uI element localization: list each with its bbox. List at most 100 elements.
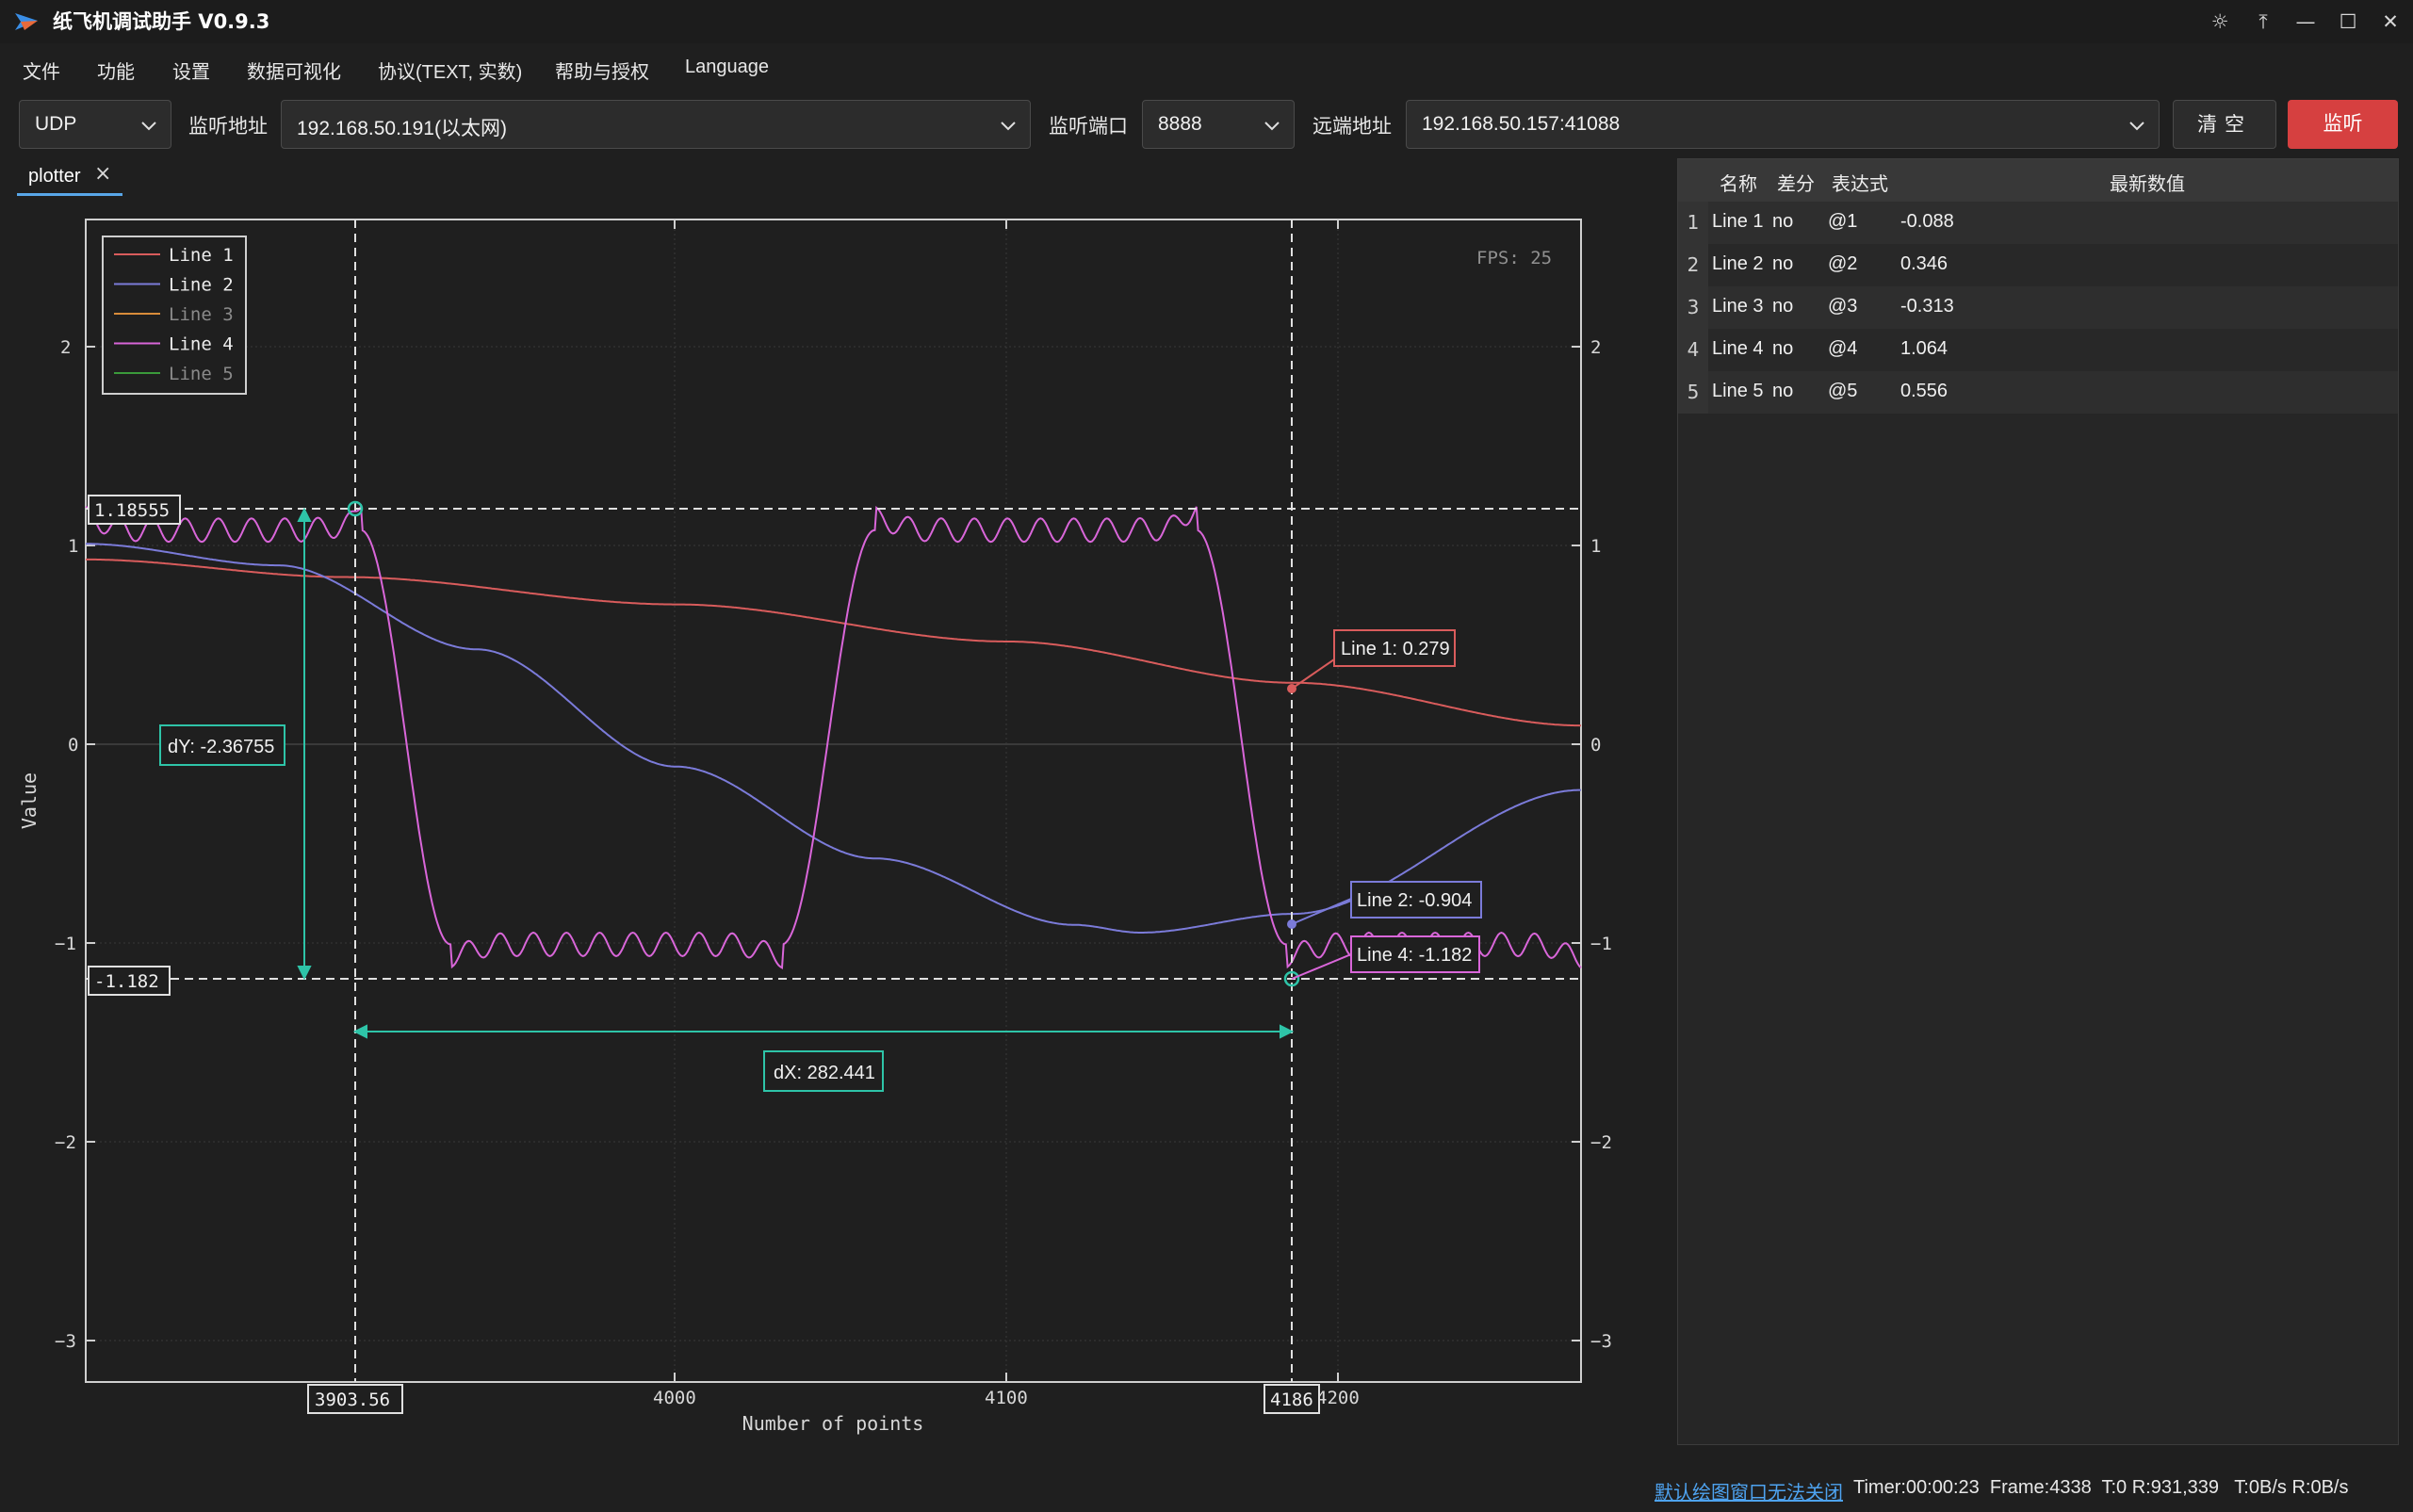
row-number: 5 bbox=[1678, 371, 1708, 414]
theme-icon[interactable]: ☼ bbox=[2199, 4, 2241, 40]
protocol-select[interactable]: UDP bbox=[19, 100, 171, 149]
table-row[interactable]: 3 Line 3 no @3 -0.313 bbox=[1678, 286, 2398, 329]
tab-plotter[interactable]: plotter × bbox=[17, 158, 122, 196]
menu-settings[interactable]: 设置 bbox=[172, 57, 210, 84]
row-number: 2 bbox=[1678, 244, 1708, 286]
menu-language[interactable]: Language bbox=[685, 57, 769, 78]
y-tick-label-right: 2 bbox=[1590, 337, 1601, 358]
row-number: 4 bbox=[1678, 329, 1708, 371]
cell-expression: @4 bbox=[1828, 338, 1858, 359]
table-row[interactable]: 4 Line 4 no @4 1.064 bbox=[1678, 329, 2398, 371]
listen-addr-value: 192.168.50.191(以太网) bbox=[297, 118, 507, 139]
close-icon[interactable]: × bbox=[94, 162, 111, 186]
col-value-header[interactable]: 最新数值 bbox=[2110, 169, 2185, 196]
cell-name: Line 4 bbox=[1712, 338, 1764, 359]
pin-top-icon[interactable]: ⤒ bbox=[2242, 4, 2284, 40]
cell-name: Line 5 bbox=[1712, 381, 1764, 401]
cell-expression: @1 bbox=[1828, 211, 1858, 232]
legend-item[interactable]: Line 5 bbox=[169, 364, 234, 384]
y-tick-label: 0 bbox=[68, 735, 78, 756]
chevron-down-icon bbox=[141, 122, 156, 131]
menu-protocol[interactable]: 协议(TEXT, 实数) bbox=[378, 57, 522, 84]
protocol-value: UDP bbox=[35, 113, 77, 135]
y-axis-label: Value bbox=[18, 772, 41, 829]
table-row[interactable]: 5 Line 5 no @5 0.556 bbox=[1678, 371, 2398, 414]
col-expr-header[interactable]: 表达式 bbox=[1832, 169, 1888, 196]
y-tick-label-right: −1 bbox=[1590, 934, 1612, 954]
plot-frame bbox=[85, 219, 1582, 1383]
line2-point-marker bbox=[1287, 919, 1296, 929]
x-tick-label: 4000 bbox=[653, 1388, 696, 1408]
cell-value: -0.088 bbox=[1900, 211, 1954, 232]
cursor-y2-value: -1.182 bbox=[94, 971, 159, 992]
listen-port-label: 监听端口 bbox=[1049, 116, 1128, 138]
tab-label: plotter bbox=[28, 166, 81, 187]
dx-label: dX: 282.441 bbox=[774, 1063, 875, 1083]
menu-function[interactable]: 功能 bbox=[97, 57, 135, 84]
y-tick-label-right: −2 bbox=[1590, 1132, 1612, 1153]
cell-name: Line 2 bbox=[1712, 253, 1764, 274]
clear-button[interactable]: 清空 bbox=[2173, 100, 2276, 149]
tooltip-line4: Line 4: -1.182 bbox=[1357, 945, 1472, 966]
remote-addr-select[interactable]: 192.168.50.157:41088 bbox=[1406, 100, 2160, 149]
cell-expression: @5 bbox=[1828, 381, 1858, 401]
maximize-icon[interactable]: ☐ bbox=[2327, 4, 2369, 40]
dy-label: dY: -2.36755 bbox=[168, 737, 274, 757]
status-bar: 默认绘图窗口无法关闭 Timer:00:00:23 Frame:4338 T:0… bbox=[0, 1470, 2413, 1512]
x-tick-label: 4100 bbox=[985, 1388, 1028, 1408]
cursor-x2-value: 4186 bbox=[1270, 1390, 1313, 1410]
menu-visualization[interactable]: 数据可视化 bbox=[247, 57, 341, 84]
row-number: 1 bbox=[1678, 202, 1708, 244]
line1-point-marker bbox=[1287, 684, 1296, 693]
listen-addr-select[interactable]: 192.168.50.191(以太网) bbox=[281, 100, 1031, 149]
status-link[interactable]: 默认绘图窗口无法关闭 bbox=[1655, 1477, 1843, 1504]
listen-port-select[interactable]: 8888 bbox=[1142, 100, 1295, 149]
cell-value: -0.313 bbox=[1900, 296, 1954, 317]
table-row[interactable]: 2 Line 2 no @2 0.346 bbox=[1678, 244, 2398, 286]
remote-addr-value: 192.168.50.157:41088 bbox=[1422, 113, 1621, 135]
table-row[interactable]: 1 Line 1 no @1 -0.088 bbox=[1678, 202, 2398, 244]
legend-item[interactable]: Line 4 bbox=[169, 334, 234, 355]
cell-diff: no bbox=[1772, 338, 1794, 359]
cell-value: 0.346 bbox=[1900, 253, 1948, 274]
paper-plane-icon bbox=[15, 13, 38, 30]
col-diff-header[interactable]: 差分 bbox=[1777, 169, 1815, 196]
cursor-x1-value: 3903.56 bbox=[315, 1390, 390, 1410]
cell-diff: no bbox=[1772, 381, 1794, 401]
col-name-header[interactable]: 名称 bbox=[1720, 169, 1757, 196]
chevron-down-icon bbox=[1001, 122, 1016, 131]
plot-area[interactable]: 2 1 1 0 −1 −2 −3 2 1 0 −1 −2 −3 4000 410… bbox=[0, 200, 1658, 1462]
tooltip-line1: Line 1: 0.279 bbox=[1341, 639, 1450, 659]
title-bar: 纸飞机调试助手 V0.9.3 ☼ ⤒ — ☐ ✕ bbox=[0, 0, 2413, 43]
cell-name: Line 3 bbox=[1712, 296, 1764, 317]
window-title: 纸飞机调试助手 V0.9.3 bbox=[53, 10, 270, 33]
cell-expression: @3 bbox=[1828, 296, 1858, 317]
y-tick-label: 2 bbox=[60, 337, 71, 358]
minimize-icon[interactable]: — bbox=[2285, 4, 2326, 40]
cell-diff: no bbox=[1772, 253, 1794, 274]
close-icon[interactable]: ✕ bbox=[2370, 4, 2411, 40]
legend-item[interactable]: Line 2 bbox=[169, 275, 234, 296]
y-tick-label: −2 bbox=[55, 1132, 76, 1153]
chevron-down-icon bbox=[2129, 122, 2144, 131]
row-number: 3 bbox=[1678, 286, 1708, 329]
listen-button[interactable]: 监听 bbox=[2288, 100, 2398, 149]
y-tick-label-right: −3 bbox=[1590, 1331, 1612, 1352]
legend-item[interactable]: Line 1 bbox=[169, 245, 234, 266]
fps-label: FPS: 25 bbox=[1476, 248, 1552, 268]
menu-file[interactable]: 文件 bbox=[23, 57, 60, 84]
listen-addr-label: 监听地址 bbox=[188, 116, 268, 138]
menu-bar: 文件 功能 设置 数据可视化 协议(TEXT, 实数) 帮助与授权 Langua… bbox=[0, 49, 1131, 87]
legend-item[interactable]: Line 3 bbox=[169, 304, 234, 325]
cell-name: Line 1 bbox=[1712, 211, 1764, 232]
cell-value: 0.556 bbox=[1900, 381, 1948, 401]
cell-diff: no bbox=[1772, 296, 1794, 317]
y-tick-label: 1 bbox=[68, 536, 78, 557]
remote-addr-label: 远端地址 bbox=[1312, 116, 1392, 138]
status-text: Timer:00:00:23 Frame:4338 T:0 R:931,339 … bbox=[1853, 1477, 2349, 1498]
table-header: 名称 差分 表达式 最新数值 bbox=[1678, 159, 2398, 202]
cell-expression: @2 bbox=[1828, 253, 1858, 274]
x-tick-label: 4200 bbox=[1316, 1388, 1360, 1408]
y-tick-label-right: 0 bbox=[1590, 735, 1601, 756]
menu-help[interactable]: 帮助与授权 bbox=[555, 57, 649, 84]
